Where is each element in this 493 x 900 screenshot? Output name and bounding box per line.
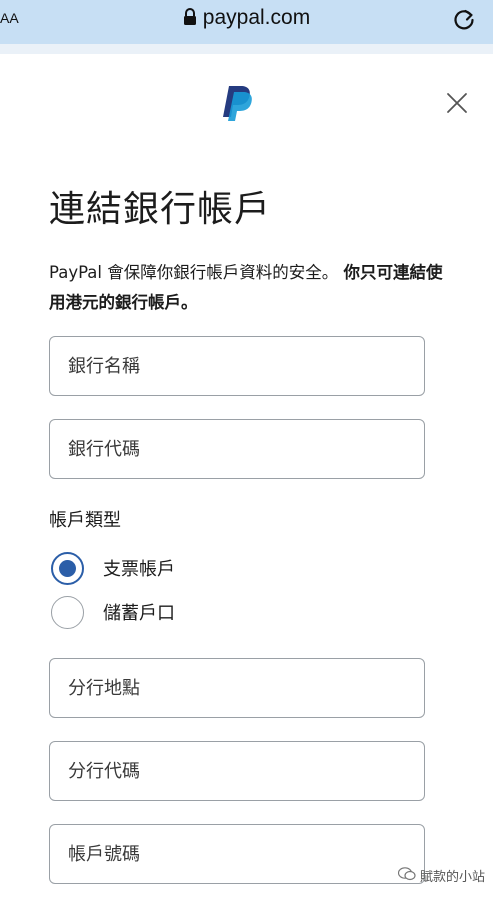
watermark-text: 賦款的小站: [420, 870, 486, 885]
account-type-option-savings[interactable]: 儲蓄戶口: [51, 594, 175, 630]
description-text: PayPal 會保障你銀行帳戶資料的安全。: [49, 263, 344, 282]
wechat-icon: [397, 866, 416, 885]
reload-icon[interactable]: [451, 6, 477, 36]
account-number-field[interactable]: [49, 824, 425, 884]
watermark: 賦款的小站: [397, 866, 486, 885]
savings-radio[interactable]: [51, 595, 84, 629]
page-description: PayPal 會保障你銀行帳戶資料的安全。 你只可連結使用港元的銀行帳戶。: [49, 258, 449, 318]
savings-label: 儲蓄戶口: [103, 603, 175, 624]
bank-code-field[interactable]: [49, 419, 425, 479]
bank-name-field[interactable]: [49, 336, 425, 396]
toolbar-separator: [0, 44, 493, 54]
page-title: 連結銀行帳戶: [49, 189, 272, 230]
branch-code-field[interactable]: [49, 741, 425, 801]
account-type-label: 帳戶類型: [49, 510, 121, 531]
branch-code-input[interactable]: [50, 742, 424, 800]
checking-radio[interactable]: [51, 551, 84, 585]
lock-icon: [183, 8, 197, 32]
bank-code-input[interactable]: [50, 420, 424, 478]
browser-address-bar[interactable]: AA paypal.com: [0, 0, 493, 45]
checking-label: 支票帳戶: [103, 559, 175, 580]
paypal-logo: [220, 84, 256, 126]
branch-location-input[interactable]: [50, 659, 424, 717]
branch-location-field[interactable]: [49, 658, 425, 718]
bank-name-input[interactable]: [50, 337, 424, 395]
url-text: paypal.com: [202, 6, 311, 29]
account-type-option-checking[interactable]: 支票帳戶: [51, 550, 175, 586]
url-display[interactable]: paypal.com: [0, 6, 493, 32]
account-number-input[interactable]: [50, 825, 424, 883]
close-icon[interactable]: [446, 92, 468, 118]
